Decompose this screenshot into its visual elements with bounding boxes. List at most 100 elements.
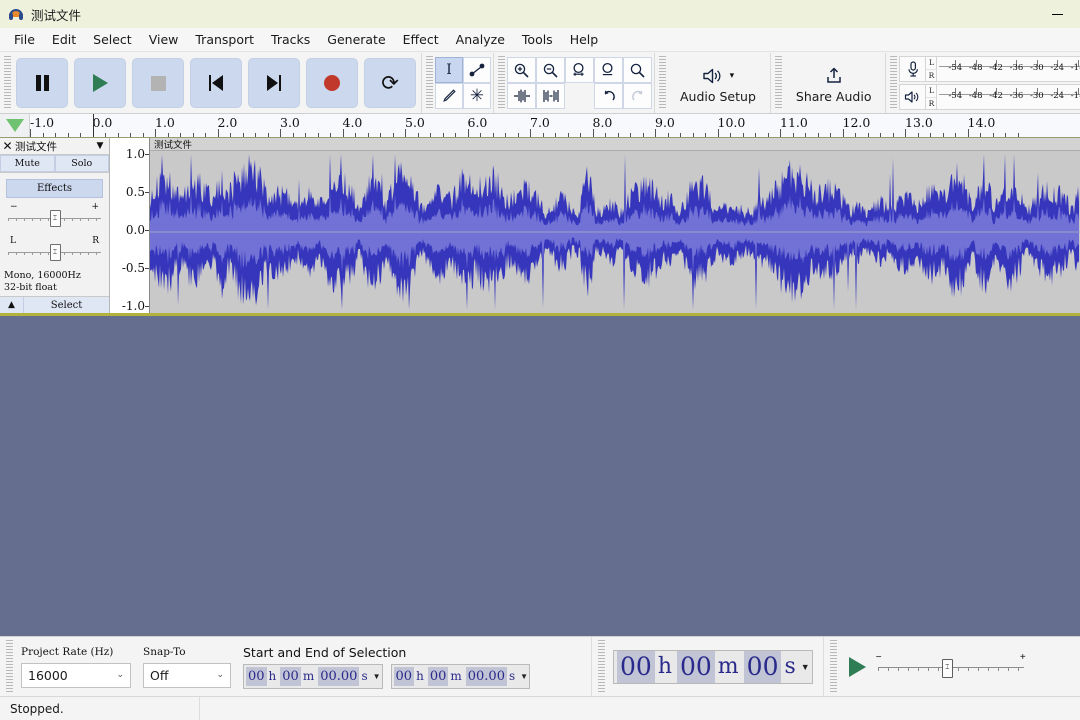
snap-to-select[interactable]: Off ⌄ [143, 662, 231, 688]
select-track-button[interactable]: Select [24, 297, 109, 313]
menu-analyze[interactable]: Analyze [448, 30, 513, 49]
audio-position-display[interactable]: 00 h 00 m 00 s ▼ [613, 649, 813, 684]
pan-slider[interactable]: L R ⌶ [8, 236, 101, 266]
skip-to-end-button[interactable] [248, 58, 300, 108]
gain-slider-thumb[interactable]: ⌶ [49, 210, 61, 227]
play-at-speed-button[interactable] [848, 656, 866, 677]
redo-button[interactable] [623, 83, 652, 109]
timeline-minor-tick [292, 133, 294, 137]
track-format-line1: Mono, 16000Hz [4, 270, 81, 281]
track-menu-caret-icon[interactable]: ▼ [91, 141, 109, 151]
menu-effect[interactable]: Effect [395, 30, 447, 49]
menu-generate[interactable]: Generate [319, 30, 393, 49]
playback-meter[interactable]: L R -54-48-42-36-30-24-18-12-6 [899, 84, 1080, 110]
skip-to-start-button[interactable] [190, 58, 242, 108]
undo-button[interactable] [594, 83, 623, 109]
solo-button[interactable]: Solo [54, 155, 109, 172]
fit-project-button[interactable] [594, 57, 623, 83]
zoom-out-button[interactable] [536, 57, 565, 83]
play-speed-grip[interactable] [829, 639, 837, 694]
start-s-unit: s [361, 669, 368, 683]
undo-icon [603, 90, 615, 101]
play-speed-slider-thumb[interactable]: ⌶ [941, 658, 953, 678]
playback-meter-scale: -54-48-42-36-30-24-18-12-6 [937, 85, 1080, 109]
timeline-ruler[interactable]: -1.0 0.0 1.0 2.0 3.0 4.0 5.0 6.0 7.0 8.0 9.0 10.0 11… [30, 114, 1080, 137]
selection-start-time[interactable]: 00 h 00 m 00.00 s ▼ [243, 663, 383, 689]
timeline-label: 14.0 [967, 115, 996, 130]
zoom-toggle-button[interactable] [623, 57, 652, 83]
loop-button[interactable]: ⟳ [364, 58, 416, 108]
close-track-icon[interactable]: ✕ [0, 139, 15, 153]
toolbar-dock: ⟳ I ✳ ▾ Audio Setup Share Audio L R -54 … [0, 52, 1080, 114]
play-button[interactable] [74, 58, 126, 108]
stop-button[interactable] [132, 58, 184, 108]
menu-transport[interactable]: Transport [187, 30, 262, 49]
timeline-minor-tick [617, 133, 619, 137]
meter-db-label: -36 [1009, 63, 1024, 73]
play-speed-slider[interactable]: − + ⌶ [876, 652, 1026, 680]
menu-tracks[interactable]: Tracks [263, 30, 318, 49]
timeline-minor-tick [992, 133, 994, 137]
effects-button[interactable]: Effects [6, 179, 103, 198]
zoom-in-button[interactable] [507, 57, 536, 83]
bottom-toolbar-dock: Project Rate (Hz) 16000 ⌄ Snap-To Off ⌄ … [0, 636, 1080, 696]
record-button[interactable] [306, 58, 358, 108]
trim-audio-button[interactable] [507, 83, 536, 109]
timeline-minor-tick [942, 133, 944, 137]
silence-audio-button[interactable] [536, 83, 565, 109]
project-rate-select[interactable]: 16000 ⌄ [21, 662, 131, 688]
stop-icon [150, 75, 166, 91]
selection-tool-button[interactable]: I [435, 57, 463, 83]
share-audio-button[interactable]: Share Audio [783, 56, 884, 110]
start-time-caret-icon[interactable]: ▼ [373, 672, 381, 681]
menu-tools[interactable]: Tools [514, 30, 561, 49]
transport-toolbar-grip[interactable] [4, 56, 11, 110]
tools-toolbar-grip[interactable] [426, 56, 433, 110]
pan-slider-thumb[interactable]: ⌶ [49, 244, 61, 261]
share-audio-grip[interactable] [774, 56, 782, 110]
menu-select[interactable]: Select [85, 30, 140, 49]
skip-end-icon [267, 75, 281, 91]
envelope-icon [469, 63, 485, 77]
timeline-label: 4.0 [342, 115, 363, 130]
selection-toolbar-grip[interactable] [6, 639, 13, 694]
play-channel-l: L [926, 85, 937, 98]
recording-meter[interactable]: L R -54-48-42-36-30-24-18-12-6 [899, 56, 1080, 82]
envelope-tool-button[interactable] [463, 57, 491, 83]
selection-end-time[interactable]: 00 h 00 m 00.00 s ▼ [390, 663, 531, 689]
playhead-pin-button[interactable] [0, 114, 30, 137]
fit-selection-button[interactable] [565, 57, 594, 83]
audio-setup-button[interactable]: ▾ Audio Setup [668, 56, 768, 110]
timeline-minor-tick [605, 133, 606, 137]
clip-title-bar[interactable]: 测试文件 [150, 138, 1080, 151]
draw-tool-button[interactable] [435, 83, 463, 109]
mute-button[interactable]: Mute [0, 155, 55, 172]
timeline-minor-tick [955, 133, 956, 137]
track-panel-area[interactable]: ✕ 测试文件 ▼ Mute Solo Effects − + ⌶ L R ⌶ M… [0, 138, 1080, 636]
audio-clip[interactable]: 测试文件 [150, 138, 1080, 313]
audio-setup-grip[interactable] [659, 56, 666, 110]
timeline-minor-tick [367, 133, 369, 137]
timeline-label: 5.0 [405, 115, 425, 130]
track-name-label[interactable]: 测试文件 [15, 139, 91, 154]
menu-file[interactable]: File [6, 30, 43, 49]
waveform-display[interactable] [150, 151, 1080, 313]
position-caret-icon[interactable]: ▼ [801, 662, 810, 672]
multi-tool-button[interactable]: ✳ [463, 83, 491, 109]
end-time-caret-icon[interactable]: ▼ [520, 672, 528, 681]
timeline-minor-tick [305, 133, 306, 137]
timeline-tick [842, 129, 844, 137]
gain-slider[interactable]: − + ⌶ [8, 202, 101, 232]
track-format-info: Mono, 16000Hz 32-bit float [4, 270, 109, 294]
time-toolbar-grip[interactable] [598, 639, 605, 694]
menu-edit[interactable]: Edit [44, 30, 84, 49]
pause-button[interactable] [16, 58, 68, 108]
timeline-minor-tick [567, 133, 569, 137]
collapse-track-icon[interactable]: ▲ [0, 297, 24, 313]
minimize-button[interactable] [1034, 0, 1080, 28]
edit-toolbar-grip[interactable] [498, 56, 505, 110]
amplitude-tick [145, 230, 149, 231]
recording-meter-grip[interactable] [890, 56, 898, 110]
menu-view[interactable]: View [141, 30, 187, 49]
menu-help[interactable]: Help [562, 30, 607, 49]
